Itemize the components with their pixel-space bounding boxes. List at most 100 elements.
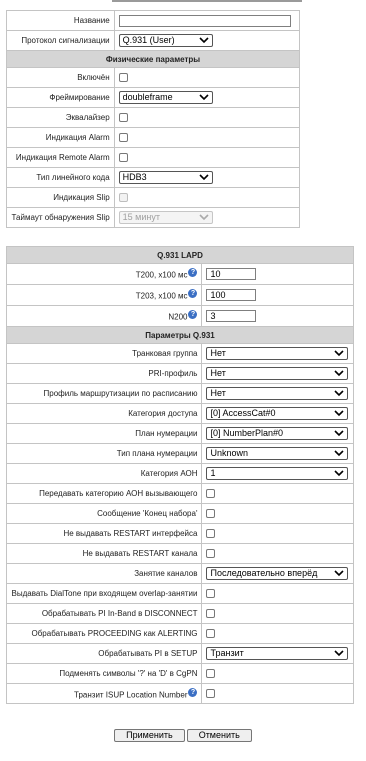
- schedule-routing-label: Профиль маршрутизации по расписанию: [5, 383, 203, 404]
- access-category-select[interactable]: [0] AccessCat#0: [206, 407, 349, 420]
- remote-alarm-checkbox[interactable]: [118, 153, 128, 163]
- apply-button[interactable]: Применить: [114, 729, 185, 742]
- chevron-down-icon: [334, 350, 345, 357]
- row-trunk-group: Транковая группа Нет: [5, 343, 354, 364]
- aon-category-label: Категория АОН: [5, 463, 203, 484]
- protocol-label: Протокол сигнализации: [6, 30, 115, 51]
- schedule-routing-select[interactable]: Нет: [206, 387, 349, 400]
- t200-label: T200, x100 мс: [135, 270, 188, 280]
- n200-input[interactable]: [206, 310, 257, 322]
- row-sending-complete: Сообщение 'Конец набора': [5, 503, 354, 524]
- replace-symbols-checkbox[interactable]: [206, 669, 216, 679]
- aon-category-select-value: 1: [210, 468, 216, 478]
- no-restart-interface-label: Не выдавать RESTART интерфейса: [5, 523, 203, 544]
- row-isup-location: Транзит ISUP Location Number?: [5, 683, 354, 704]
- row-dialtone-overlap: Выдавать DialTone при входящем overlap-з…: [5, 583, 354, 604]
- row-n200: N200?: [5, 305, 354, 327]
- chevron-down-icon: [199, 94, 209, 101]
- sending-complete-checkbox[interactable]: [206, 509, 216, 519]
- row-protocol: Протокол сигнализации Q.931 (User): [6, 30, 301, 51]
- chevron-down-icon: [199, 174, 209, 181]
- channel-seizure-select-value: Последовательно вперёд: [210, 568, 318, 578]
- help-icon[interactable]: ?: [188, 289, 198, 299]
- row-pri-profile: PRI-профиль Нет: [5, 363, 354, 384]
- slip-timeout-label: Таймаут обнаружения Slip: [6, 207, 115, 228]
- framing-label: Фреймирование: [6, 87, 115, 108]
- proceeding-alerting-checkbox[interactable]: [206, 629, 216, 639]
- no-restart-channel-label: Не выдавать RESTART канала: [5, 543, 203, 564]
- help-icon[interactable]: ?: [188, 268, 198, 278]
- numbering-plan-select[interactable]: [0] NumberPlan#0: [206, 427, 349, 440]
- row-remote-alarm: Индикация Remote Alarm: [6, 147, 301, 168]
- pri-profile-select[interactable]: Нет: [206, 367, 349, 380]
- channel-seizure-select[interactable]: Последовательно вперёд: [206, 567, 349, 580]
- row-proceeding-alerting: Обрабатывать PROCEEDING как ALERTING: [5, 623, 354, 644]
- enabled-checkbox[interactable]: [118, 73, 128, 83]
- isup-location-cell: Транзит ISUP Location Number?: [5, 683, 203, 704]
- pass-aon-category-checkbox[interactable]: [206, 489, 216, 499]
- trunk-group-label: Транковая группа: [5, 343, 203, 364]
- row-equalizer: Эквалайзер: [6, 107, 301, 128]
- slip-label: Индикация Slip: [6, 187, 115, 208]
- line-code-select[interactable]: HDB3: [118, 171, 213, 184]
- row-numbering-plan: План нумерации [0] NumberPlan#0: [5, 423, 354, 444]
- pass-aon-category-label: Передавать категорию АОН вызывающего: [5, 483, 203, 504]
- chevron-down-icon: [334, 430, 345, 437]
- equalizer-checkbox[interactable]: [118, 113, 128, 123]
- alarm-checkbox[interactable]: [118, 133, 128, 143]
- row-framing: Фреймирование doubleframe: [6, 87, 301, 108]
- pi-inband-disconnect-label: Обрабатывать PI In-Band в DISCONNECT: [5, 603, 203, 624]
- row-name: Название: [6, 10, 301, 31]
- trunk-group-select[interactable]: Нет: [206, 347, 349, 360]
- name-label: Название: [6, 10, 115, 31]
- general-settings-table: Название Протокол сигнализации Q.931 (Us…: [6, 10, 301, 228]
- chevron-down-icon: [334, 450, 345, 457]
- row-aon-category: Категория АОН 1: [5, 463, 354, 484]
- form-buttons: Применить Отменить: [0, 729, 366, 742]
- chevron-down-icon: [199, 37, 209, 44]
- help-icon[interactable]: ?: [188, 687, 198, 697]
- plan-type-label: Тип плана нумерации: [5, 443, 203, 464]
- row-slip-timeout: Таймаут обнаружения Slip 15 минут: [6, 207, 301, 228]
- t203-input[interactable]: [206, 289, 257, 301]
- row-pass-aon-category: Передавать категорию АОН вызывающего: [5, 483, 354, 504]
- row-t200: T200, x100 мс?: [5, 263, 354, 285]
- row-no-restart-channel: Не выдавать RESTART канала: [5, 543, 354, 564]
- alarm-label: Индикация Alarm: [6, 127, 115, 148]
- row-access-category: Категория доступа [0] AccessCat#0: [5, 403, 354, 424]
- slip-checkbox[interactable]: [118, 193, 128, 203]
- proceeding-alerting-label: Обрабатывать PROCEEDING как ALERTING: [5, 623, 203, 644]
- cancel-button[interactable]: Отменить: [186, 729, 252, 742]
- slip-timeout-select[interactable]: 15 минут: [118, 211, 213, 224]
- row-slip: Индикация Slip: [6, 187, 301, 208]
- plan-type-select[interactable]: Unknown: [206, 447, 349, 460]
- line-code-select-value: HDB3: [122, 172, 147, 182]
- help-icon[interactable]: ?: [188, 310, 198, 320]
- aon-category-select[interactable]: 1: [206, 467, 349, 480]
- pi-setup-label: Обрабатывать PI в SETUP: [5, 643, 203, 664]
- top-divider: [112, 0, 302, 2]
- numbering-plan-select-value: [0] NumberPlan#0: [210, 428, 284, 438]
- enabled-label: Включён: [6, 67, 115, 88]
- row-no-restart-interface: Не выдавать RESTART интерфейса: [5, 523, 354, 544]
- row-enabled: Включён: [6, 67, 301, 88]
- chevron-down-icon: [199, 214, 209, 221]
- t200-input[interactable]: [206, 268, 257, 280]
- pi-setup-select-value: Транзит: [210, 648, 244, 658]
- framing-select[interactable]: doubleframe: [118, 91, 213, 104]
- q931-settings-table: Q.931 LAPD T200, x100 мс? T203, x100 мс?…: [5, 246, 354, 704]
- numbering-plan-label: План нумерации: [5, 423, 203, 444]
- name-input[interactable]: [118, 14, 291, 27]
- slip-timeout-select-value: 15 минут: [122, 212, 160, 222]
- dialtone-overlap-checkbox[interactable]: [206, 589, 216, 599]
- schedule-routing-select-value: Нет: [210, 388, 226, 398]
- protocol-select[interactable]: Q.931 (User): [118, 34, 213, 47]
- chevron-down-icon: [334, 370, 345, 377]
- t200-cell: T200, x100 мс?: [5, 263, 203, 285]
- no-restart-interface-checkbox[interactable]: [206, 529, 216, 539]
- pi-setup-select[interactable]: Транзит: [206, 647, 349, 660]
- isup-location-checkbox[interactable]: [206, 689, 216, 699]
- no-restart-channel-checkbox[interactable]: [206, 549, 216, 559]
- t203-cell: T203, x100 мс?: [5, 284, 203, 306]
- pi-inband-disconnect-checkbox[interactable]: [206, 609, 216, 619]
